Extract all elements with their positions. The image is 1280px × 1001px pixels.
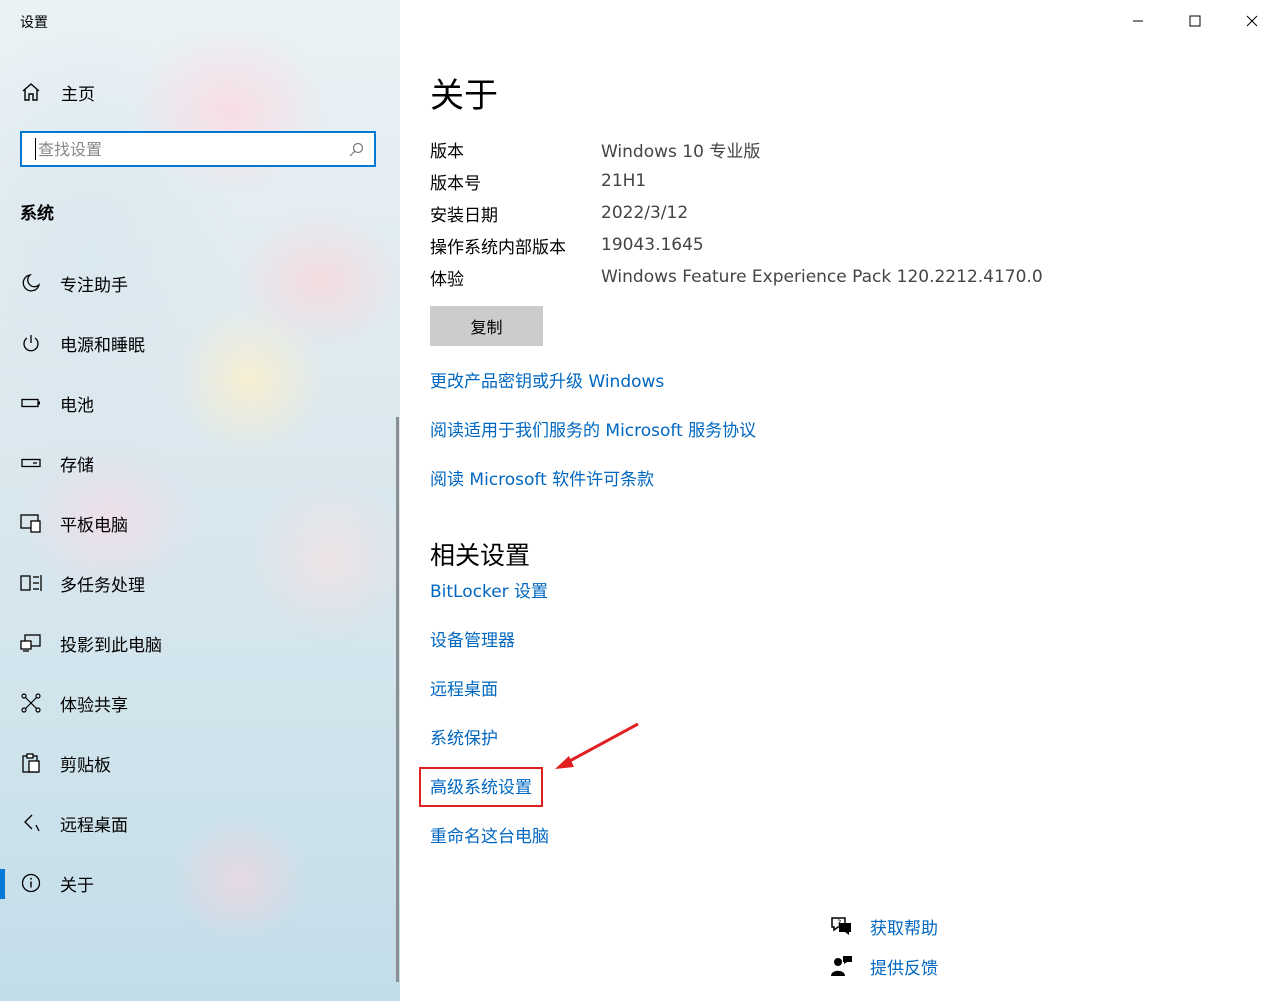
info-icon [20,872,42,894]
spec-key: 操作系统内部版本 [430,237,566,258]
feedback-link[interactable]: 提供反馈 [870,954,938,979]
spec-value: 19043.1645 [601,235,704,255]
sidebar-item-remote-desktop[interactable]: 远程桌面 [20,793,162,853]
change-product-key-link[interactable]: 更改产品密钥或升级 Windows [430,370,756,419]
section-heading: 系统 [20,204,54,224]
spec-key: 版本 [430,141,464,162]
tablet-icon [20,512,42,534]
page-title: 关于 [430,76,498,116]
svg-text:?: ? [837,919,841,928]
spec-key: 体验 [430,269,464,290]
device-manager-link[interactable]: 设备管理器 [430,629,549,678]
remote-icon [20,812,42,834]
minimize-icon [1132,20,1143,22]
bitlocker-settings-link[interactable]: BitLocker 设置 [430,580,549,629]
search-box[interactable] [20,131,376,167]
minimize-button[interactable] [1109,0,1166,42]
sidebar-item-label: 电池 [60,395,94,416]
sidebar-nav: 专注助手 电源和睡眠 电池 存储 平板电脑 多任务处理 投影到此电脑 体验共享 … [0,253,162,913]
spec-value: Windows Feature Experience Pack 120.2212… [601,267,1043,287]
sidebar-item-label: 专注助手 [60,275,128,296]
window-caption-buttons [1109,0,1280,42]
remote-desktop-link[interactable]: 远程桌面 [430,678,549,727]
license-links: 更改产品密钥或升级 Windows 阅读适用于我们服务的 Microsoft 服… [430,370,756,517]
spec-value: 2022/3/12 [601,203,689,223]
sidebar-scrollbar[interactable] [396,417,399,982]
share-icon [20,692,42,714]
sidebar-item-label: 主页 [61,84,95,105]
copy-button[interactable]: 复制 [430,306,543,346]
close-button[interactable] [1223,0,1280,42]
battery-icon [20,392,42,414]
annotation-arrow-icon [555,722,639,769]
sidebar-item-project-to-pc[interactable]: 投影到此电脑 [20,613,162,673]
power-icon [20,332,42,354]
sidebar-item-multitasking[interactable]: 多任务处理 [20,553,162,613]
rename-pc-link[interactable]: 重命名这台电脑 [430,825,549,874]
feedback-icon [830,954,854,978]
sidebar-item-clipboard[interactable]: 剪贴板 [20,733,162,793]
sidebar-item-label: 多任务处理 [60,575,145,596]
sidebar-item-label: 投影到此电脑 [60,635,162,656]
get-help-link[interactable]: 获取帮助 [870,914,938,939]
related-settings-heading: 相关设置 [430,541,531,570]
spec-row: 操作系统内部版本 19043.1645 [430,229,1043,261]
maximize-button[interactable] [1166,0,1223,42]
maximize-icon [1189,15,1200,27]
spec-row: 体验 Windows Feature Experience Pack 120.2… [430,261,1043,293]
sidebar-item-focus-assist[interactable]: 专注助手 [20,253,162,313]
sidebar-item-tablet[interactable]: 平板电脑 [20,493,162,553]
spec-table: 版本 Windows 10 专业版 版本号 21H1 安装日期 2022/3/1… [430,133,1043,293]
help-chat-icon: ? [830,914,854,938]
main-content: 关于 版本 Windows 10 专业版 版本号 21H1 安装日期 2022/… [400,0,1280,1001]
spec-row: 版本 Windows 10 专业版 [430,133,1043,165]
window-title: 设置 [20,15,48,31]
get-help-row[interactable]: ? 获取帮助 [830,906,938,946]
sidebar-item-label: 电源和睡眠 [60,335,145,356]
license-terms-link[interactable]: 阅读 Microsoft 软件许可条款 [430,468,756,517]
highlight-box [419,767,543,807]
service-agreement-link[interactable]: 阅读适用于我们服务的 Microsoft 服务协议 [430,419,756,468]
moon-icon [20,272,42,294]
sidebar-item-power-sleep[interactable]: 电源和睡眠 [20,313,162,373]
sidebar-item-label: 远程桌面 [60,815,128,836]
sidebar-item-label: 体验共享 [60,695,128,716]
sidebar-item-label: 平板电脑 [60,515,128,536]
spec-row: 版本号 21H1 [430,165,1043,197]
related-settings-links: BitLocker 设置 设备管理器 远程桌面 系统保护 高级系统设置 重命名这… [430,580,549,874]
spec-value: Windows 10 专业版 [601,141,761,162]
search-icon[interactable] [348,142,364,158]
sidebar-item-shared-experiences[interactable]: 体验共享 [20,673,162,733]
help-section: ? 获取帮助 提供反馈 [830,906,938,986]
sidebar-item-label: 剪贴板 [60,755,111,776]
clipboard-icon [20,752,42,774]
home-icon [20,81,42,103]
sidebar-item-storage[interactable]: 存储 [20,433,162,493]
storage-icon [20,452,42,474]
project-icon [20,632,42,654]
sidebar-item-label: 存储 [60,455,94,476]
multitask-icon [20,572,42,594]
sidebar-item-about[interactable]: 关于 [0,853,162,913]
spec-key: 安装日期 [430,205,498,226]
close-icon [1246,15,1257,27]
spec-key: 版本号 [430,173,481,194]
spec-value: 21H1 [601,171,647,191]
sidebar-item-label: 关于 [60,875,94,896]
feedback-row[interactable]: 提供反馈 [830,946,938,986]
spec-row: 安装日期 2022/3/12 [430,197,1043,229]
sidebar-item-battery[interactable]: 电池 [20,373,162,433]
sidebar-item-home[interactable]: 主页 [20,80,95,105]
search-input[interactable] [35,138,338,160]
sidebar: 设置 主页 系统 专注助手 电源和睡眠 电池 [0,0,400,1001]
